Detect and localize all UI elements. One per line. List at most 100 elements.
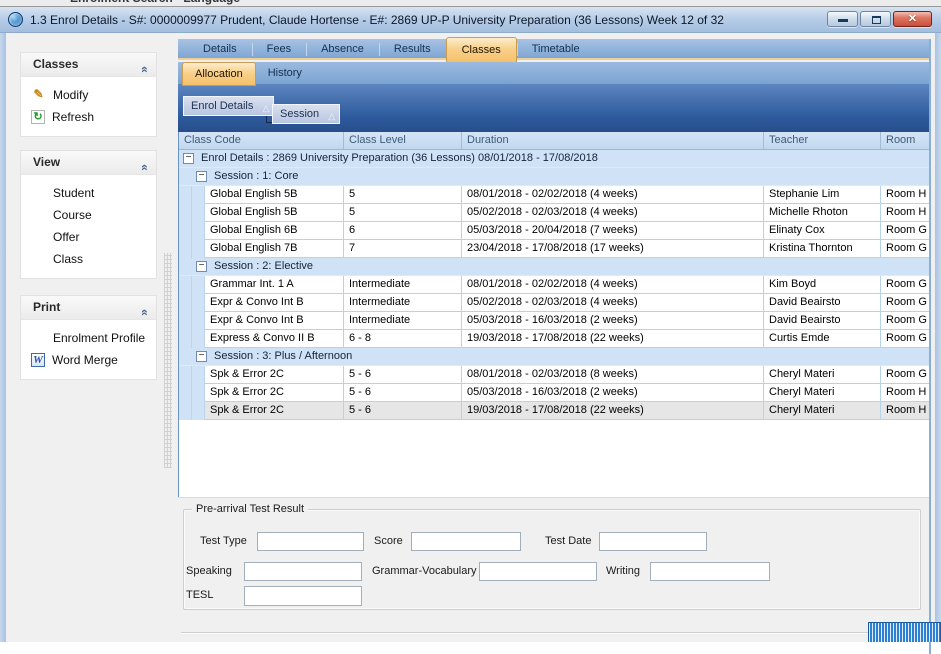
sidebar-group-items: Enrolment Profile WWord Merge xyxy=(21,320,156,379)
test-date-field[interactable] xyxy=(599,532,707,551)
maximize-button[interactable] xyxy=(860,11,891,27)
minimize-button[interactable] xyxy=(827,11,858,27)
cell-duration: 19/03/2018 - 17/08/2018 (22 weeks) xyxy=(462,402,764,420)
test-type-label: Test Type xyxy=(200,535,247,547)
class-row[interactable]: Global English 6B605/03/2018 - 20/04/201… xyxy=(179,222,929,240)
edit-icon: ✎ xyxy=(31,88,46,102)
subtab-history[interactable]: History xyxy=(256,62,314,84)
sidebar-group-header-print[interactable]: Print« xyxy=(21,296,156,320)
subtab-allocation[interactable]: Allocation xyxy=(182,62,256,86)
row-indent xyxy=(179,384,192,402)
splitter[interactable] xyxy=(164,253,172,468)
class-row[interactable]: Global English 5B505/02/2018 - 02/03/201… xyxy=(179,204,929,222)
row-indent xyxy=(179,204,192,222)
sidebar-item-modify[interactable]: ✎Modify xyxy=(21,84,156,106)
class-row[interactable]: Express & Convo II B6 - 819/03/2018 - 17… xyxy=(179,330,929,348)
tab-fees[interactable]: Fees xyxy=(252,39,306,60)
collapse-box-icon[interactable]: − xyxy=(196,171,207,182)
class-row[interactable]: Global English 5B508/01/2018 - 02/02/201… xyxy=(179,186,929,204)
main-panel: DetailsFeesAbsenceResultsClassesTimetabl… xyxy=(178,39,931,654)
sidebar-item-offer[interactable]: Offer xyxy=(21,226,156,248)
class-row[interactable]: Spk & Error 2C5 - 608/01/2018 - 02/03/20… xyxy=(179,366,929,384)
app-icon xyxy=(8,12,23,27)
cell-room: Room G - xyxy=(881,330,929,348)
groupby-enrol-details-button[interactable]: Enrol Details △ xyxy=(183,96,274,116)
class-row[interactable]: Expr & Convo Int BIntermediate05/02/2018… xyxy=(179,294,929,312)
row-indent xyxy=(192,276,205,294)
column-header-class-code[interactable]: Class Code xyxy=(179,132,344,149)
class-row[interactable]: Spk & Error 2C5 - 619/03/2018 - 17/08/20… xyxy=(179,402,929,420)
tab-timetable[interactable]: Timetable xyxy=(517,39,595,60)
sidebar-group-header-view[interactable]: View« xyxy=(21,151,156,175)
cell-class-code: Spk & Error 2C xyxy=(205,384,344,402)
cell-teacher: Stephanie Lim xyxy=(764,186,881,204)
column-header-class-level[interactable]: Class Level xyxy=(344,132,462,149)
class-row[interactable]: Spk & Error 2C5 - 605/03/2018 - 16/03/20… xyxy=(179,384,929,402)
test-type-field[interactable] xyxy=(257,532,364,551)
collapse-chevron-icon[interactable]: « xyxy=(133,309,156,316)
subtabstrip: AllocationHistory xyxy=(178,62,929,84)
tab-absence[interactable]: Absence xyxy=(306,39,379,60)
refresh-icon: ↻ xyxy=(31,110,45,124)
cell-room: Room G - xyxy=(881,276,929,294)
collapse-box-icon[interactable]: − xyxy=(196,261,207,272)
column-header-room[interactable]: Room xyxy=(881,132,929,149)
minimize-icon xyxy=(838,19,848,22)
group-row-label: Session : 1: Core xyxy=(214,168,298,185)
cell-room: Room H - xyxy=(881,186,929,204)
sidebar-item-enrolment-profile[interactable]: Enrolment Profile xyxy=(21,327,156,349)
bottom-divider xyxy=(181,632,926,634)
table-header-row: Class CodeClass LevelDurationTeacherRoom xyxy=(179,132,929,150)
tesl-field[interactable] xyxy=(244,586,362,606)
groupby-session-button[interactable]: Session △ xyxy=(272,104,340,124)
classes-table: Class CodeClass LevelDurationTeacherRoom… xyxy=(178,132,929,497)
group-row-session-3[interactable]: −Session : 3: Plus / Afternoon xyxy=(179,348,929,366)
row-indent xyxy=(179,240,192,258)
tab-results[interactable]: Results xyxy=(379,39,446,60)
maximize-icon xyxy=(872,16,881,24)
class-row[interactable]: Global English 7B723/04/2018 - 17/08/201… xyxy=(179,240,929,258)
speaking-field[interactable] xyxy=(244,562,362,581)
collapse-box-icon[interactable]: − xyxy=(196,351,207,362)
sidebar-item-refresh[interactable]: ↻Refresh xyxy=(21,106,156,128)
cell-teacher: Cheryl Materi xyxy=(764,366,881,384)
group-row-session-2[interactable]: −Session : 2: Elective xyxy=(179,258,929,276)
collapse-box-icon[interactable]: − xyxy=(183,153,194,164)
tab-classes[interactable]: Classes xyxy=(446,37,517,62)
grammar-vocabulary-field[interactable] xyxy=(479,562,597,581)
collapse-chevron-icon[interactable]: « xyxy=(133,164,156,171)
class-row[interactable]: Expr & Convo Int BIntermediate05/03/2018… xyxy=(179,312,929,330)
column-header-duration[interactable]: Duration xyxy=(462,132,764,149)
cell-duration: 08/01/2018 - 02/02/2018 (4 weeks) xyxy=(462,276,764,294)
class-row[interactable]: Grammar Int. 1 AIntermediate08/01/2018 -… xyxy=(179,276,929,294)
background-window-title: Enrolment Search - Language xyxy=(70,0,240,5)
cell-room: Room G - xyxy=(881,294,929,312)
cell-teacher: David Beairsto xyxy=(764,312,881,330)
sidebar-item-label: Enrolment Profile xyxy=(53,331,145,345)
column-header-teacher[interactable]: Teacher xyxy=(764,132,881,149)
cell-duration: 05/03/2018 - 16/03/2018 (2 weeks) xyxy=(462,312,764,330)
tab-details[interactable]: Details xyxy=(188,39,252,60)
cell-class-code: Global English 6B xyxy=(205,222,344,240)
collapse-chevron-icon[interactable]: « xyxy=(133,66,156,73)
close-button[interactable]: ✕ xyxy=(893,11,932,27)
group-row-enrol-details[interactable]: −Enrol Details : 2869 University Prepara… xyxy=(179,150,929,168)
writing-field[interactable] xyxy=(650,562,770,581)
enrol-details-window: 1.3 Enrol Details - S#: 0000009977 Prude… xyxy=(0,7,941,642)
cell-room: Room G - xyxy=(881,222,929,240)
score-field[interactable] xyxy=(411,532,521,551)
group-row-session-1[interactable]: −Session : 1: Core xyxy=(179,168,929,186)
row-indent xyxy=(192,366,205,384)
sidebar-item-student[interactable]: Student xyxy=(21,182,156,204)
cell-teacher: Michelle Rhoton xyxy=(764,204,881,222)
cell-class-level: 5 xyxy=(344,204,462,222)
titlebar[interactable]: 1.3 Enrol Details - S#: 0000009977 Prude… xyxy=(0,7,941,33)
row-indent xyxy=(179,294,192,312)
sidebar-item-course[interactable]: Course xyxy=(21,204,156,226)
sidebar-group-header-classes[interactable]: Classes« xyxy=(21,53,156,77)
cell-class-level: Intermediate xyxy=(344,312,462,330)
row-indent xyxy=(179,366,192,384)
sidebar-item-word-merge[interactable]: WWord Merge xyxy=(21,349,156,371)
row-indent xyxy=(192,402,205,420)
sidebar-item-class[interactable]: Class xyxy=(21,248,156,270)
